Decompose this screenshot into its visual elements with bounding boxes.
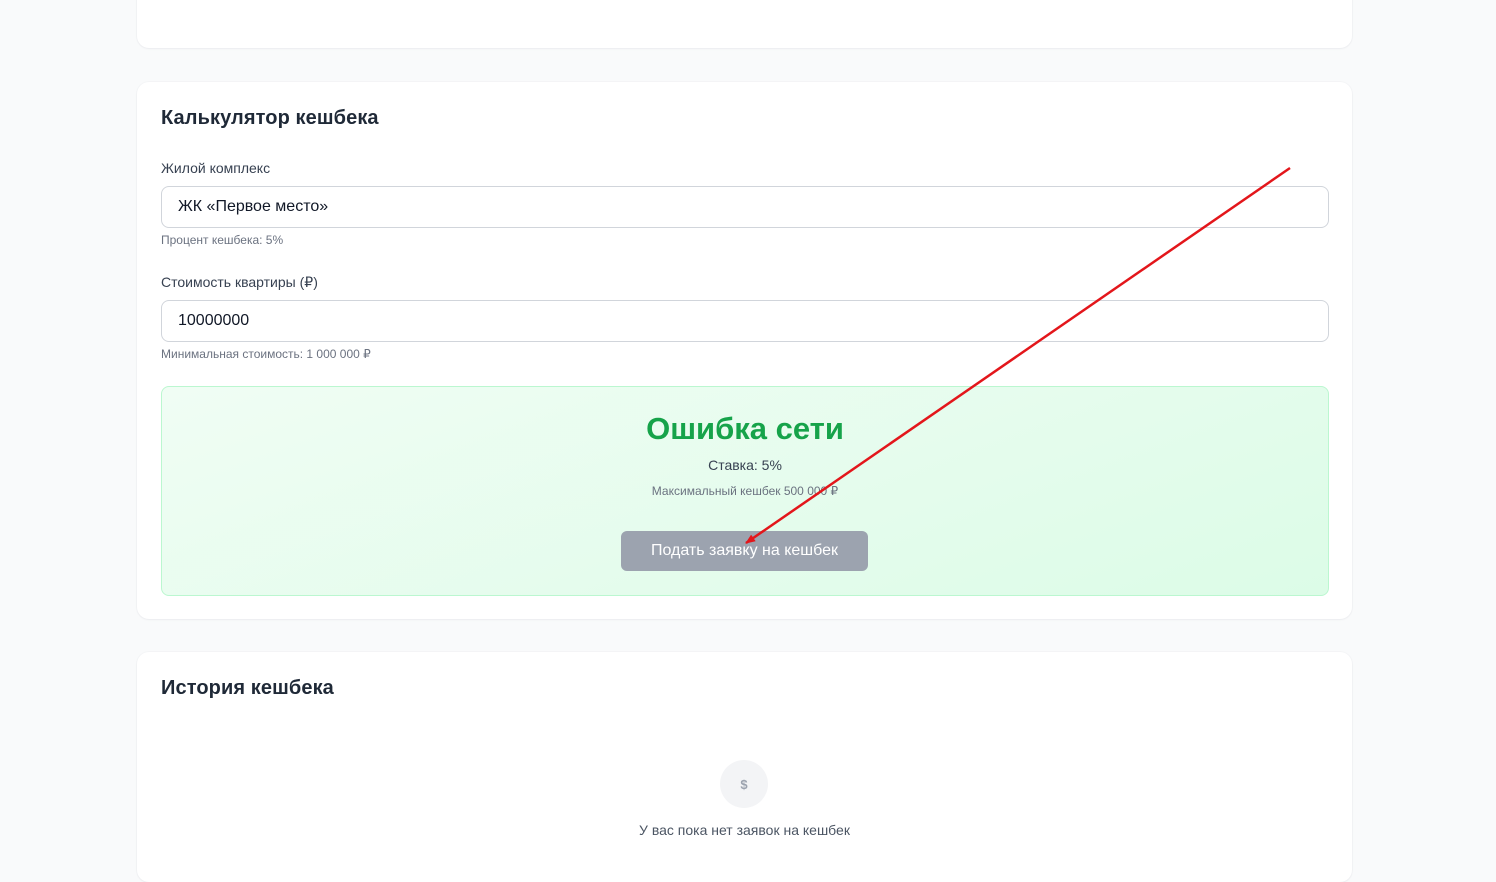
cashback-calculator-card: Калькулятор кешбека Жилой комплекс ЖК «П… — [137, 82, 1352, 619]
complex-select[interactable]: ЖК «Первое место» — [161, 186, 1329, 228]
price-input-value: 10000000 — [178, 312, 250, 329]
result-max-cashback: Максимальный кешбек 500 000 ₽ — [651, 484, 839, 498]
complex-hint: Процент кешбека: 5% — [161, 233, 284, 247]
cashback-history-card: История кешбека $ У вас пока нет заявок … — [137, 652, 1352, 882]
price-hint: Минимальная стоимость: 1 000 000 ₽ — [161, 347, 371, 361]
history-title: История кешбека — [161, 677, 334, 699]
calculator-title: Калькулятор кешбека — [161, 107, 379, 129]
result-amount: Ошибка сети — [646, 411, 844, 446]
result-rate: Ставка: 5% — [708, 457, 782, 473]
complex-select-value: ЖК «Первое место» — [178, 198, 329, 215]
submit-cashback-button[interactable]: Подать заявку на кешбек — [621, 531, 868, 571]
dollar-icon: $ — [720, 760, 768, 808]
price-label: Стоимость квартиры (₽) — [161, 274, 318, 290]
history-empty-text: У вас пока нет заявок на кешбек — [639, 822, 850, 838]
cashback-result-panel: Ошибка сети Ставка: 5% Максимальный кешб… — [161, 386, 1329, 596]
complex-label: Жилой комплекс — [161, 160, 271, 176]
previous-section-card — [137, 0, 1352, 48]
price-input[interactable]: 10000000 — [161, 300, 1329, 342]
